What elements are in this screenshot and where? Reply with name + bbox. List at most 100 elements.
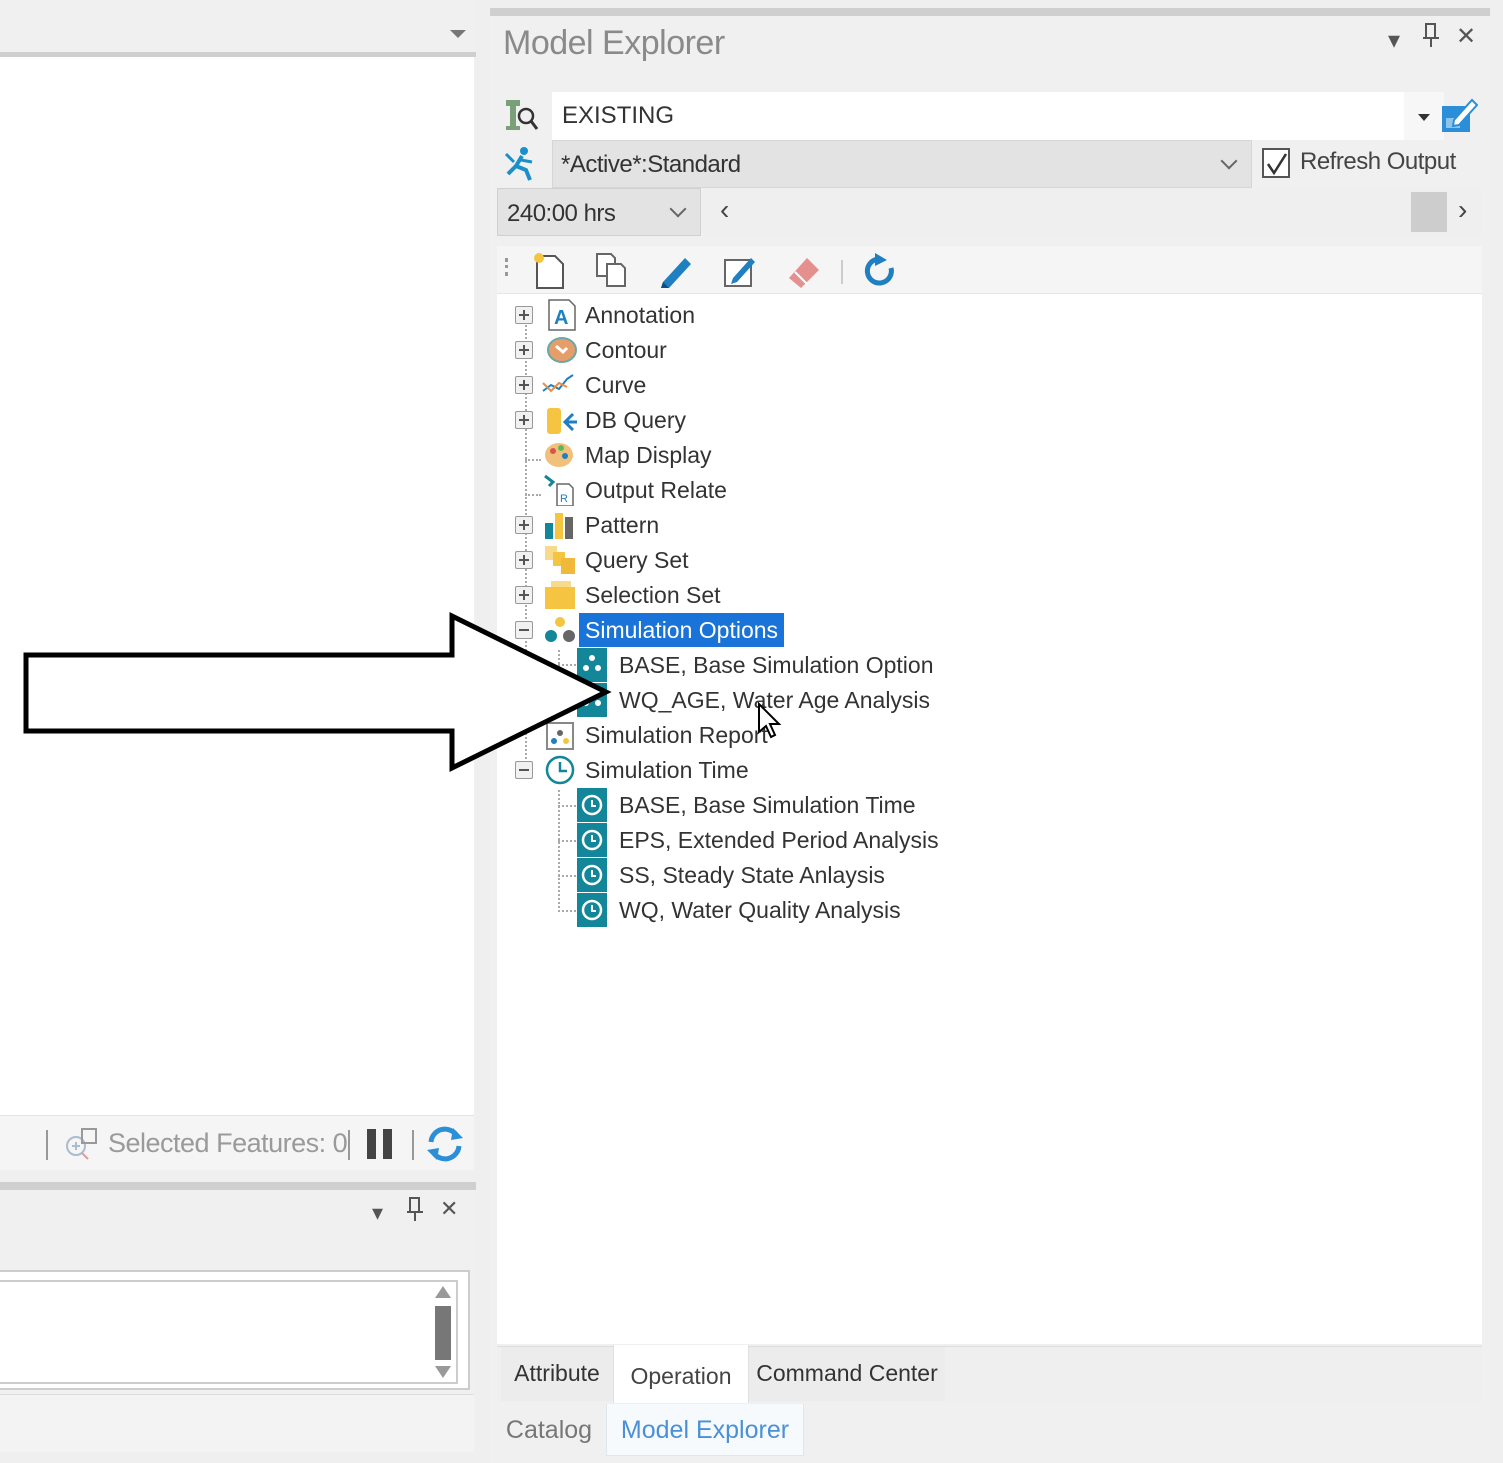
simulation-option-icon: [577, 648, 607, 682]
map-canvas[interactable]: [0, 57, 474, 1115]
close-icon[interactable]: ✕: [1456, 22, 1476, 51]
simulation-report-icon: [546, 722, 574, 750]
svg-text:R: R: [560, 493, 568, 505]
tree-connector: [558, 910, 576, 912]
scenario-dropdown[interactable]: EXISTING: [552, 92, 1444, 140]
tree-node-base-simulation-option[interactable]: BASE, Base Simulation Option: [577, 648, 977, 682]
scroll-thumb[interactable]: [435, 1306, 451, 1360]
refresh-icon[interactable]: [861, 252, 899, 290]
panel-menu-dropdown-icon[interactable]: ▾: [372, 1200, 383, 1226]
tab-attribute[interactable]: Attribute: [501, 1347, 613, 1401]
tree-node-wq-analysis[interactable]: WQ, Water Quality Analysis: [577, 893, 977, 927]
toolbar-grip[interactable]: [505, 258, 508, 276]
contour-icon: [547, 337, 577, 363]
active-alternative-icon[interactable]: [502, 144, 542, 184]
pin-icon[interactable]: [406, 1196, 424, 1228]
checkbox[interactable]: [1262, 148, 1290, 178]
db-query-icon: [547, 408, 577, 434]
status-separator: [46, 1130, 48, 1160]
time-slider-thumb[interactable]: [1411, 192, 1447, 232]
selection-set-icon: [545, 581, 575, 609]
tab-catalog[interactable]: Catalog: [494, 1404, 604, 1456]
alternative-dropdown[interactable]: *Active*:Standard: [552, 140, 1252, 188]
output-text-area[interactable]: [0, 1280, 458, 1384]
tree-node-label-selected: Simulation Options: [579, 613, 785, 647]
tree-node-simulation-options[interactable]: Simulation Options: [515, 613, 815, 647]
map-view-header: [0, 0, 476, 52]
scenario-explorer-icon[interactable]: [502, 96, 540, 134]
expand-icon[interactable]: [515, 516, 533, 534]
edit-scenario-icon[interactable]: [1440, 96, 1478, 136]
tree-node-selection-set[interactable]: Selection Set: [515, 578, 815, 612]
checkmark-icon: [1266, 153, 1288, 176]
map-status-bar: Selected Features: 0: [0, 1115, 474, 1170]
collapse-icon[interactable]: [515, 761, 533, 779]
pause-icon: [367, 1129, 376, 1159]
tree-node-pattern[interactable]: Pattern: [515, 508, 815, 542]
tree-node-contour[interactable]: Contour: [515, 333, 815, 367]
tree-node-base-simulation-time[interactable]: BASE, Base Simulation Time: [577, 788, 977, 822]
new-icon[interactable]: [531, 252, 569, 290]
scroll-up-icon[interactable]: [435, 1286, 451, 1298]
panel-divider: [490, 8, 1490, 16]
tree-node-query-set[interactable]: Query Set: [515, 543, 815, 577]
tree-node-simulation-time[interactable]: Simulation Time: [515, 753, 815, 787]
previous-time-button[interactable]: ‹: [720, 194, 729, 226]
refresh-icon[interactable]: [425, 1124, 465, 1164]
explorer-toolbar: [497, 246, 1482, 294]
tab-model-explorer[interactable]: Model Explorer: [606, 1404, 804, 1456]
clock-icon: [577, 858, 607, 892]
edit-properties-icon[interactable]: [721, 252, 759, 290]
clock-icon: [577, 788, 607, 822]
edit-pencil-icon[interactable]: [657, 252, 695, 290]
tree-node-curve[interactable]: Curve: [515, 368, 815, 402]
panel-menu-dropdown-icon[interactable]: ▾: [1388, 26, 1400, 55]
tree-connector: [558, 875, 576, 877]
panel-menu-dropdown-icon[interactable]: [450, 30, 466, 38]
tree-node-label: Query Set: [585, 547, 689, 573]
pattern-icon: [545, 513, 573, 539]
scroll-down-icon[interactable]: [435, 1366, 451, 1378]
model-explorer-panel: Model Explorer ▾ ✕ EXISTING *Active*:Sta…: [490, 8, 1490, 1463]
expand-icon[interactable]: [515, 341, 533, 359]
expand-icon[interactable]: [515, 376, 533, 394]
output-box: [0, 1270, 470, 1390]
curve-icon: [542, 374, 574, 393]
tree-node-output-relate[interactable]: R Output Relate: [515, 473, 815, 507]
expand-icon[interactable]: [515, 586, 533, 604]
tree-node-label: Simulation Time: [585, 757, 749, 783]
tree-node-db-query[interactable]: DB Query: [515, 403, 815, 437]
vertical-scrollbar[interactable]: [434, 1284, 452, 1382]
chevron-down-icon: [1220, 152, 1238, 170]
tree-connector: [558, 790, 560, 912]
explorer-tabs: Catalog Model Explorer: [490, 1404, 1490, 1463]
close-icon[interactable]: ✕: [440, 1196, 458, 1222]
expand-icon[interactable]: [515, 411, 533, 429]
scenario-dropdown-button[interactable]: [1404, 92, 1444, 140]
tree-node-ss-analysis[interactable]: SS, Steady State Anlaysis: [577, 858, 977, 892]
next-time-button[interactable]: ›: [1458, 194, 1467, 226]
tree-node-map-display[interactable]: Map Display: [515, 438, 815, 472]
pause-button[interactable]: [367, 1129, 393, 1159]
time-value: 240:00 hrs: [507, 200, 616, 227]
tree-node-eps-analysis[interactable]: EPS, Extended Period Analysis: [577, 823, 977, 857]
tree-node-label: Output Relate: [585, 477, 727, 503]
time-slider[interactable]: ‹ ›: [702, 188, 1482, 236]
delete-eraser-icon[interactable]: [785, 252, 823, 290]
tree-node-label: BASE, Base Simulation Time: [619, 792, 916, 818]
pin-icon[interactable]: [1422, 22, 1440, 55]
expand-icon[interactable]: [515, 551, 533, 569]
select-features-icon[interactable]: [62, 1126, 102, 1162]
tree-node-annotation[interactable]: A Annotation: [515, 298, 815, 332]
map-display-icon: [545, 443, 573, 467]
alternative-value: *Active*:Standard: [561, 151, 741, 178]
time-dropdown[interactable]: 240:00 hrs: [497, 188, 701, 236]
tab-command-center[interactable]: Command Center: [749, 1347, 945, 1401]
tree-node-label: SS, Steady State Anlaysis: [619, 862, 885, 888]
copy-icon[interactable]: [593, 252, 631, 290]
collapse-icon[interactable]: [515, 621, 533, 639]
toolbar-separator: [841, 260, 843, 284]
expand-icon[interactable]: [515, 306, 533, 324]
tab-operation[interactable]: Operation: [613, 1345, 749, 1403]
tree-node-label: WQ, Water Quality Analysis: [619, 897, 901, 923]
